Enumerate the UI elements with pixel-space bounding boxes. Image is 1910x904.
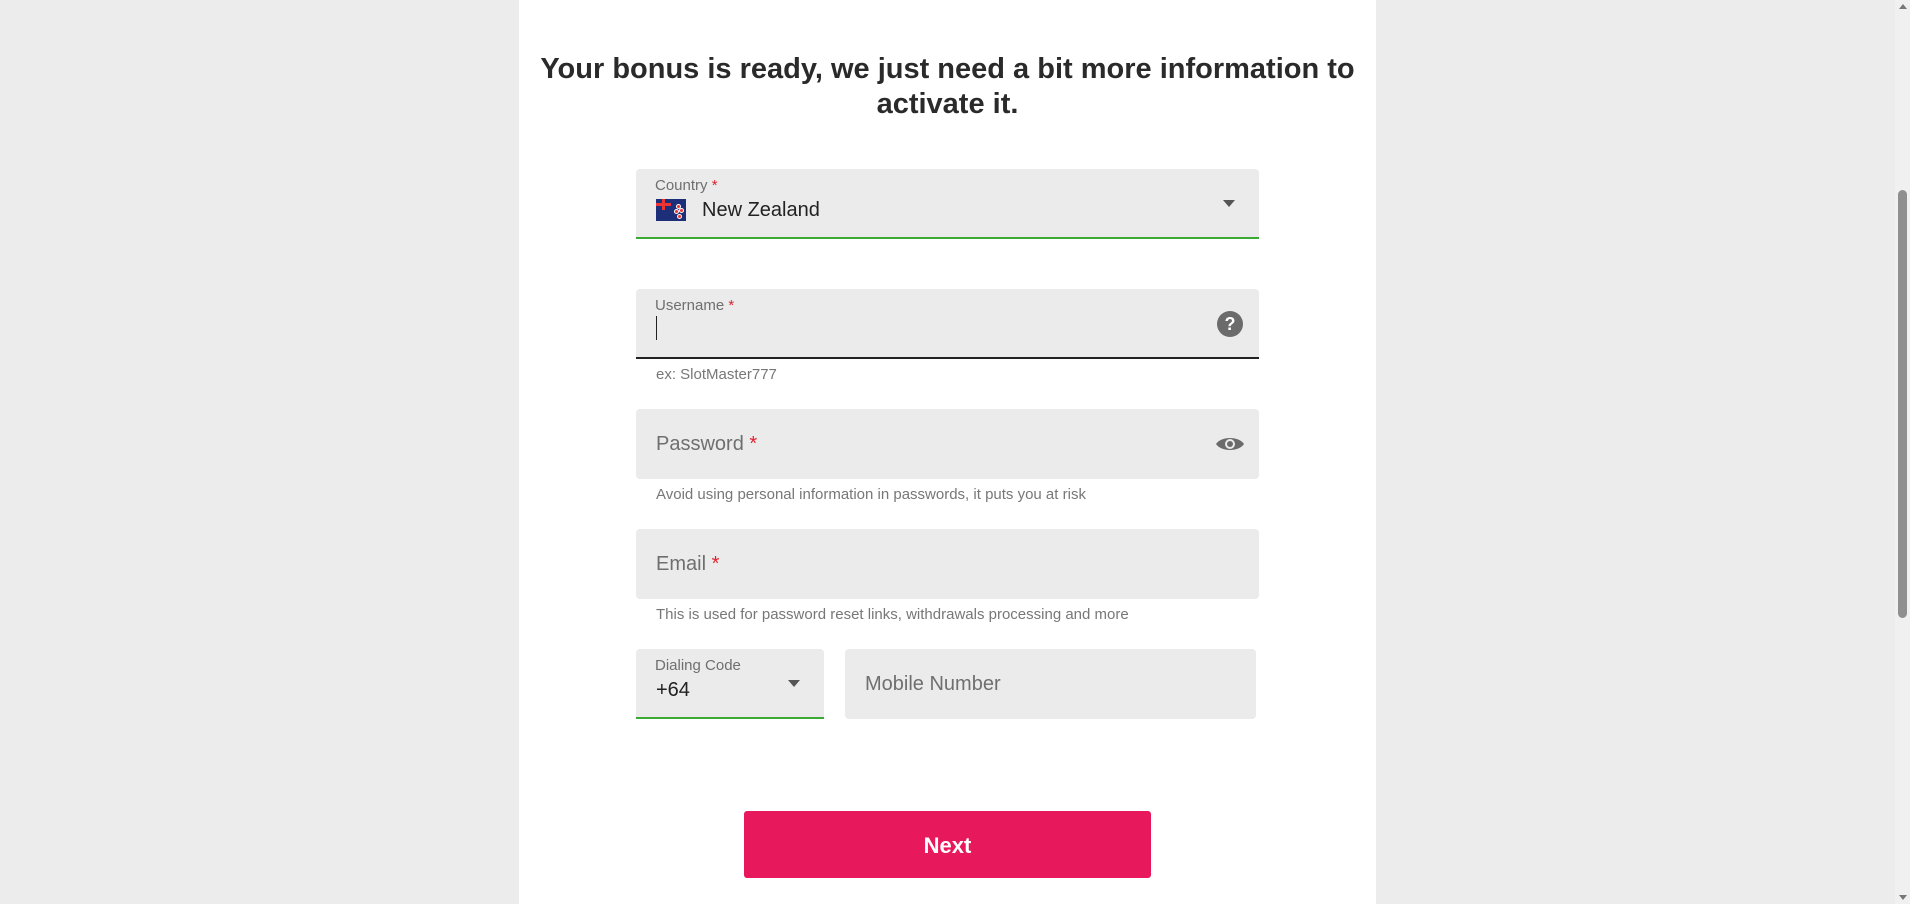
country-select[interactable]: Country * New Zealand — [636, 169, 1259, 239]
username-label: Username * — [655, 297, 734, 314]
country-label-text: Country — [655, 177, 708, 194]
new-zealand-flag-icon — [656, 199, 686, 221]
mobile-number-field[interactable]: Mobile Number — [845, 649, 1256, 719]
password-field[interactable]: Password * — [636, 409, 1259, 479]
text-cursor — [656, 316, 657, 340]
eye-icon[interactable] — [1215, 435, 1245, 453]
registration-card: Your bonus is ready, we just need a bit … — [519, 0, 1376, 904]
dialing-code-select[interactable]: Dialing Code +64 — [636, 649, 824, 719]
country-value: New Zealand — [702, 199, 820, 221]
mobile-number-label: Mobile Number — [865, 673, 1001, 695]
chevron-down-icon[interactable] — [1223, 200, 1235, 207]
username-field[interactable]: Username * ? — [636, 289, 1259, 359]
email-field[interactable]: Email * — [636, 529, 1259, 599]
page-headline: Your bonus is ready, we just need a bit … — [540, 53, 1355, 120]
email-label: Email * — [656, 553, 719, 576]
dialing-code-value: +64 — [656, 679, 690, 701]
next-button[interactable]: Next — [744, 811, 1151, 878]
dialing-code-label: Dialing Code — [655, 657, 741, 674]
username-label-text: Username — [655, 297, 725, 314]
help-icon[interactable]: ? — [1217, 311, 1243, 337]
username-hint: ex: SlotMaster777 — [656, 366, 777, 383]
scroll-up-arrow-icon[interactable] — [1899, 4, 1907, 9]
page-scrollbar[interactable] — [1895, 0, 1910, 904]
password-label-text: Password — [656, 433, 744, 455]
chevron-down-icon[interactable] — [788, 680, 800, 687]
required-mark: * — [728, 297, 735, 314]
required-mark: * — [711, 177, 718, 194]
email-hint: This is used for password reset links, w… — [656, 606, 1129, 623]
required-mark: * — [749, 433, 758, 455]
required-mark: * — [711, 553, 720, 575]
country-label: Country * — [655, 177, 718, 194]
scrollbar-thumb[interactable] — [1898, 190, 1907, 618]
scroll-down-arrow-icon[interactable] — [1899, 895, 1907, 900]
password-hint: Avoid using personal information in pass… — [656, 486, 1086, 503]
email-label-text: Email — [656, 553, 707, 575]
password-label: Password * — [656, 433, 757, 456]
